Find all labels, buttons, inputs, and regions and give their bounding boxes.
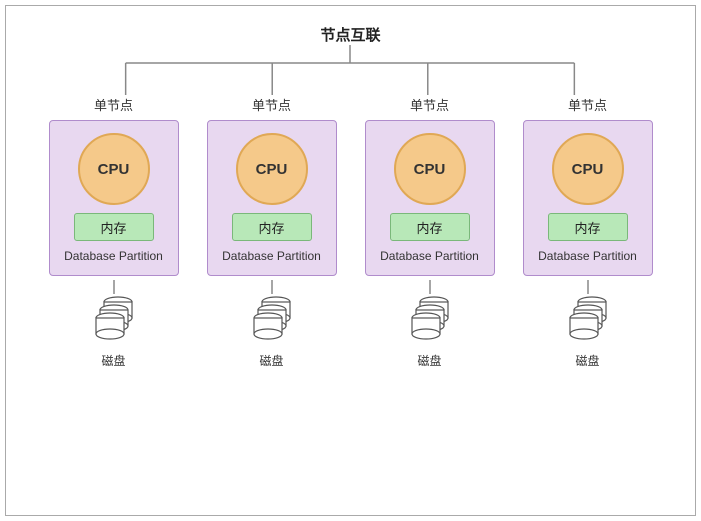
node-1-cpu: CPU [78,133,150,205]
node-4-cpu: CPU [552,133,624,205]
disk-wrapper-2: 磁盘 [202,280,342,369]
disk-label-3: 磁盘 [417,352,441,369]
node-1-box: CPU 内存 Database Partition [49,120,179,276]
node-2-cpu: CPU [236,133,308,205]
connector-area [6,45,695,95]
node-2-memory: 内存 [232,213,312,241]
diagram-title: 节点互联 [320,24,380,45]
node-1-label: 单节点 [94,95,133,114]
node-3-partition: Database Partition [380,249,479,265]
disk-wrapper-4: 磁盘 [518,280,658,369]
disk-connector-3 [395,280,465,350]
node-4-partition: Database Partition [538,249,637,265]
node-3-memory: 内存 [390,213,470,241]
disk-connector-1 [79,280,149,350]
node-3-cpu: CPU [394,133,466,205]
node-1-memory: 内存 [74,213,154,241]
disk-label-1: 磁盘 [101,352,125,369]
node-1-partition: Database Partition [64,249,163,265]
node-4-label: 单节点 [568,95,607,114]
node-2-box: CPU 内存 Database Partition [207,120,337,276]
node-2: 单节点 CPU 内存 Database Partition [202,95,342,276]
disk-label-2: 磁盘 [259,352,283,369]
disk-connector-4 [553,280,623,350]
disk-connector-2 [237,280,307,350]
nodes-row: 单节点 CPU 内存 Database Partition 单节点 CPU 内存… [6,95,695,276]
diagram-container: 节点互联 单节点 CPU 内存 Database Partition [5,5,696,516]
node-4-box: CPU 内存 Database Partition [523,120,653,276]
disk-label-4: 磁盘 [575,352,599,369]
connector-svg [6,45,695,95]
disk-wrapper-1: 磁盘 [44,280,184,369]
node-4-memory: 内存 [548,213,628,241]
node-3-label: 单节点 [410,95,449,114]
node-1: 单节点 CPU 内存 Database Partition [44,95,184,276]
disk-wrapper-3: 磁盘 [360,280,500,369]
node-3: 单节点 CPU 内存 Database Partition [360,95,500,276]
bottom-section: 磁盘 磁盘 [6,280,695,369]
node-3-box: CPU 内存 Database Partition [365,120,495,276]
node-4: 单节点 CPU 内存 Database Partition [518,95,658,276]
node-2-partition: Database Partition [222,249,321,265]
node-2-label: 单节点 [252,95,291,114]
